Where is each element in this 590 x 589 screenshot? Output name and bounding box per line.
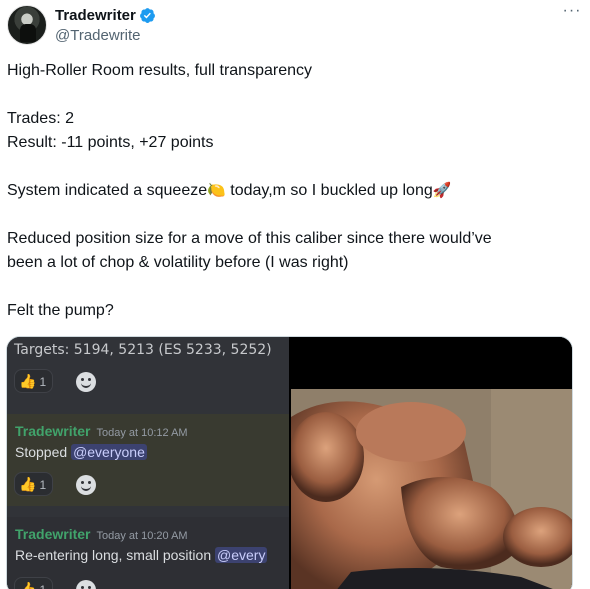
gif-image (291, 337, 572, 589)
author-info: Tradewriter @Tradewrite (55, 6, 156, 46)
add-reaction-icon[interactable] (76, 475, 96, 495)
tweet-line (7, 83, 579, 107)
handle[interactable]: @Tradewrite (55, 26, 156, 46)
tweet-line (7, 203, 579, 227)
mention-everyone[interactable]: @everyone (71, 444, 147, 460)
message-author[interactable]: Tradewriter Today at 10:20 AM (15, 526, 188, 542)
tweet-text: High-Roller Room results, full transpare… (7, 59, 579, 323)
thumbs-up-icon: 👍 (19, 581, 37, 589)
discord-screenshot[interactable]: Targets: 5194, 5213 (ES 5233, 5252) 👍 1 T… (7, 337, 289, 589)
display-name[interactable]: Tradewriter (55, 6, 136, 25)
reaction-thumbs-up[interactable]: 👍1 (14, 577, 54, 589)
targets-text: Targets: 5194, 5213 (ES 5233, 5252) (14, 342, 272, 358)
tweet-line: been a lot of chop & volatility before (… (7, 254, 349, 271)
tweet-line: Reduced position size for a move of this… (7, 230, 492, 247)
verified-badge-icon[interactable] (139, 7, 156, 24)
lemon-emoji-icon: 🍋 (207, 182, 226, 199)
author-name[interactable]: Tradewriter (15, 423, 90, 439)
message-body: Stopped @everyone (15, 444, 147, 460)
thumbs-up-icon: 👍 (19, 373, 37, 389)
squeeze-after-text: today,m so I buckled up long (225, 182, 433, 199)
add-reaction-icon[interactable] (76, 580, 96, 589)
tweet-line: High-Roller Room results, full transpare… (7, 62, 312, 79)
tweet-line: Felt the pump? (7, 302, 114, 319)
reaction-count: 1 (39, 375, 47, 389)
squeeze-text: System indicated a squeeze (7, 182, 208, 199)
media-grid[interactable]: Targets: 5194, 5213 (ES 5233, 5252) 👍 1 T… (6, 336, 573, 589)
reaction-count: 1 (39, 583, 46, 589)
discord-message: Tradewriter Today at 10:20 AM Re-entering… (7, 517, 289, 589)
more-options-icon[interactable]: ··· (561, 3, 583, 25)
message-text: Re-entering long, small position (15, 547, 212, 563)
add-reaction-icon[interactable] (76, 372, 96, 392)
discord-message: Tradewriter Today at 10:12 AM Stopped @ev… (7, 414, 289, 506)
avatar[interactable] (7, 5, 47, 45)
message-body: Re-entering long, small position @every (15, 547, 268, 563)
tweet-line: Result: -11 points, +27 points (7, 134, 214, 151)
reaction-count: 1 (39, 478, 47, 492)
message-text: Stopped (15, 444, 68, 460)
reaction-thumbs-up[interactable]: 👍1 (14, 472, 54, 496)
rocket-emoji-icon: 🚀 (432, 182, 452, 199)
thumbs-up-icon: 👍 (19, 476, 37, 492)
message-time: Today at 10:20 AM (96, 530, 188, 542)
message-time: Today at 10:12 AM (96, 427, 188, 439)
flexing-bodybuilder-gif[interactable] (291, 337, 572, 589)
tweet-line (7, 275, 579, 299)
reaction-thumbs-up[interactable]: 👍1 (14, 369, 54, 393)
message-author[interactable]: Tradewriter Today at 10:12 AM (15, 423, 188, 439)
tweet-header: Tradewriter @Tradewrite ··· (7, 3, 583, 47)
mention-everyone[interactable]: @every (215, 547, 268, 563)
author-name[interactable]: Tradewriter (15, 526, 90, 542)
tweet-line (7, 155, 579, 179)
tweet-line-squeeze: System indicated a squeeze🍋 today,m so I… (7, 179, 579, 203)
tweet-line: Trades: 2 (7, 110, 74, 127)
